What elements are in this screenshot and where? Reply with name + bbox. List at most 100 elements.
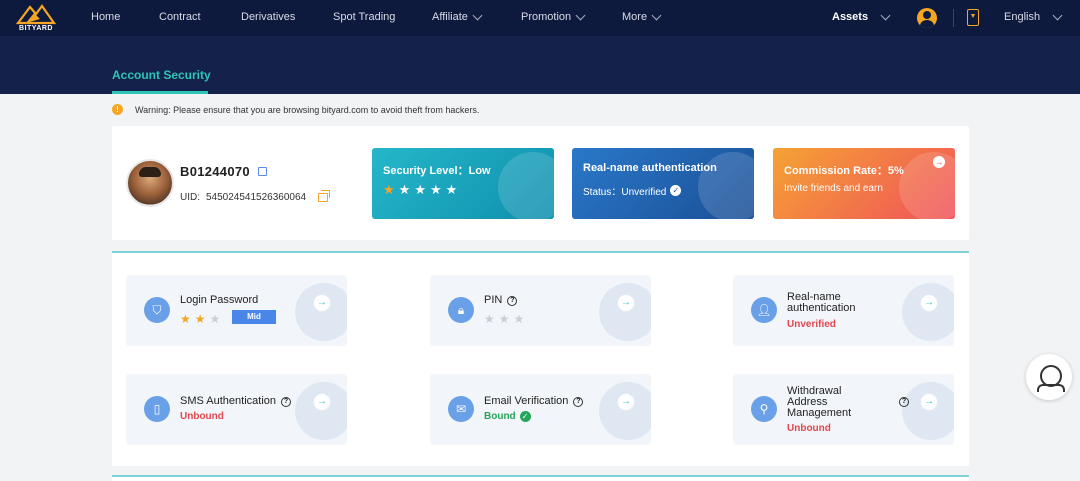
nav-spot-trading[interactable]: Spot Trading	[333, 11, 395, 23]
uid-label: UID:	[180, 192, 200, 203]
tile-realname[interactable]: 👤︎ Real-name authentication Unverified →	[733, 275, 954, 346]
login-password-stars: ★ ★ ★	[180, 312, 220, 326]
commission-title: Commission Rate：5%	[784, 165, 904, 177]
star-icon: ★	[498, 312, 510, 326]
download-icon[interactable]	[967, 9, 979, 26]
nav-affiliate[interactable]: Affiliate	[432, 10, 483, 23]
arrow-right-icon[interactable]: →	[933, 156, 945, 168]
phishing-warning: ! Warning: Please ensure that you are br…	[112, 104, 479, 115]
tab-account-security[interactable]: Account Security	[112, 68, 211, 82]
tile-decoration	[599, 283, 651, 341]
tile-decoration	[295, 382, 347, 440]
realname-banner[interactable]: Real-name authentication Status：Unverifi…	[572, 148, 754, 219]
arrow-right-icon[interactable]: →	[921, 295, 937, 311]
mail-icon: ✉	[448, 396, 474, 422]
star-icon: ★	[513, 312, 525, 326]
email-title-row: Email Verification ?	[484, 395, 584, 407]
realname-banner-status: Status：Unverified	[583, 187, 667, 198]
arrow-right-icon[interactable]: →	[921, 394, 937, 410]
realname-banner-status-row: Status：Unverified ✓	[583, 183, 682, 198]
arrow-right-icon[interactable]: →	[314, 295, 330, 311]
security-level-stars: ★ ★ ★ ★ ★	[383, 183, 457, 196]
realname-banner-title: Real-name authentication	[583, 162, 717, 174]
realname-title: Real-name authentication	[787, 292, 856, 314]
next-panel-edge	[112, 475, 969, 481]
pin-title-row: PIN ?	[484, 294, 518, 306]
nav-spot-trading-label: Spot Trading	[333, 11, 396, 23]
star-icon: ★	[383, 182, 395, 197]
security-level-banner[interactable]: Security Level：Low ★ ★ ★ ★ ★	[372, 148, 554, 219]
star-icon: ★	[180, 312, 191, 326]
profile-card: B01244070 UID: 5450245415263600​64 Secur…	[112, 126, 969, 240]
security-settings-panel: ⛉ Login Password ★ ★ ★ Mid → 🔒︎ PIN ? ★ …	[112, 251, 969, 466]
nav-more[interactable]: More	[622, 10, 662, 23]
arrow-right-icon[interactable]: →	[314, 394, 330, 410]
assets-label: Assets	[832, 11, 869, 23]
tile-email-verification[interactable]: ✉ Email Verification ? Bound ✓ →	[430, 374, 651, 445]
brand-logo[interactable]: BITYARD	[14, 3, 58, 35]
user-avatar-icon[interactable]	[917, 8, 937, 28]
customer-support-icon[interactable]	[1026, 354, 1072, 400]
sub-header: Account Security	[0, 36, 1080, 94]
login-password-title: Login Password	[180, 294, 259, 306]
nav-home-label: Home	[91, 11, 121, 23]
star-icon: ★	[484, 312, 495, 326]
help-icon[interactable]: ?	[573, 396, 584, 407]
star-icon: ★	[398, 182, 411, 197]
warning-text: Warning: Please ensure that you are brow…	[135, 104, 480, 115]
pin-title: PIN	[484, 294, 503, 306]
email-status-row: Bound ✓	[484, 411, 531, 422]
commission-banner[interactable]: Commission Rate：5% Invite friends and ea…	[773, 148, 955, 219]
realname-status: Unverified	[787, 319, 836, 330]
username-row: B01244070	[180, 164, 267, 179]
tile-sms-authentication[interactable]: ▯ SMS Authentication ? Unbound →	[126, 374, 347, 445]
nav-contract[interactable]: Contract	[159, 11, 201, 23]
help-icon[interactable]: ?	[507, 295, 518, 306]
language-selector[interactable]: English	[1004, 10, 1063, 23]
email-title: Email Verification	[484, 395, 569, 407]
nav-promotion[interactable]: Promotion	[521, 10, 586, 23]
banner-decoration	[899, 152, 955, 219]
tile-decoration	[599, 382, 651, 440]
chevron-down-icon	[472, 10, 483, 20]
chevron-down-icon	[1052, 10, 1063, 20]
nav-home[interactable]: Home	[91, 11, 120, 23]
star-icon: ★	[414, 182, 426, 197]
arrow-right-icon[interactable]: →	[618, 295, 634, 311]
phone-icon: ▯	[144, 396, 170, 422]
profile-avatar[interactable]	[126, 159, 174, 207]
banner-decoration	[498, 152, 554, 219]
language-label: English	[1004, 11, 1041, 23]
uid-row: UID: 5450245415263600​64	[180, 190, 331, 203]
shield-icon: ⛉	[144, 297, 170, 323]
chevron-down-icon	[575, 10, 586, 20]
star-icon: ★	[194, 312, 206, 326]
tile-decoration	[902, 283, 954, 341]
commission-subtitle: Invite friends and earn	[784, 183, 883, 194]
help-icon[interactable]: ?	[281, 396, 292, 407]
tile-login-password[interactable]: ⛉ Login Password ★ ★ ★ Mid →	[126, 275, 347, 346]
edit-icon[interactable]	[257, 167, 267, 176]
lock-icon: 🔒︎	[448, 297, 474, 323]
security-level-title: Security Level：Low	[383, 165, 491, 177]
assets-menu[interactable]: Assets	[832, 10, 891, 23]
arrow-right-icon[interactable]: →	[618, 394, 634, 410]
help-icon[interactable]: ?	[899, 397, 909, 407]
pin-stars: ★ ★ ★	[484, 312, 524, 326]
star-icon: ★	[445, 182, 458, 197]
realname-title-line2: authentication	[787, 302, 856, 314]
nav-more-label: More	[622, 11, 648, 23]
nav-derivatives-label: Derivatives	[241, 11, 296, 23]
user-icon: 👤︎	[751, 297, 777, 323]
nav-promotion-label: Promotion	[521, 11, 572, 23]
check-icon: ✓	[670, 185, 682, 196]
mountain-logo-icon	[15, 4, 57, 25]
tile-withdrawal-address[interactable]: ⚲ Withdrawal Address Management ? Unboun…	[733, 374, 954, 445]
chevron-down-icon	[651, 10, 662, 20]
username: B01244070	[180, 164, 250, 179]
star-icon: ★	[209, 312, 221, 326]
tile-pin[interactable]: 🔒︎ PIN ? ★ ★ ★ →	[430, 275, 651, 346]
copy-icon[interactable]	[318, 190, 331, 202]
nav-divider	[953, 9, 954, 27]
nav-derivatives[interactable]: Derivatives	[241, 11, 295, 23]
